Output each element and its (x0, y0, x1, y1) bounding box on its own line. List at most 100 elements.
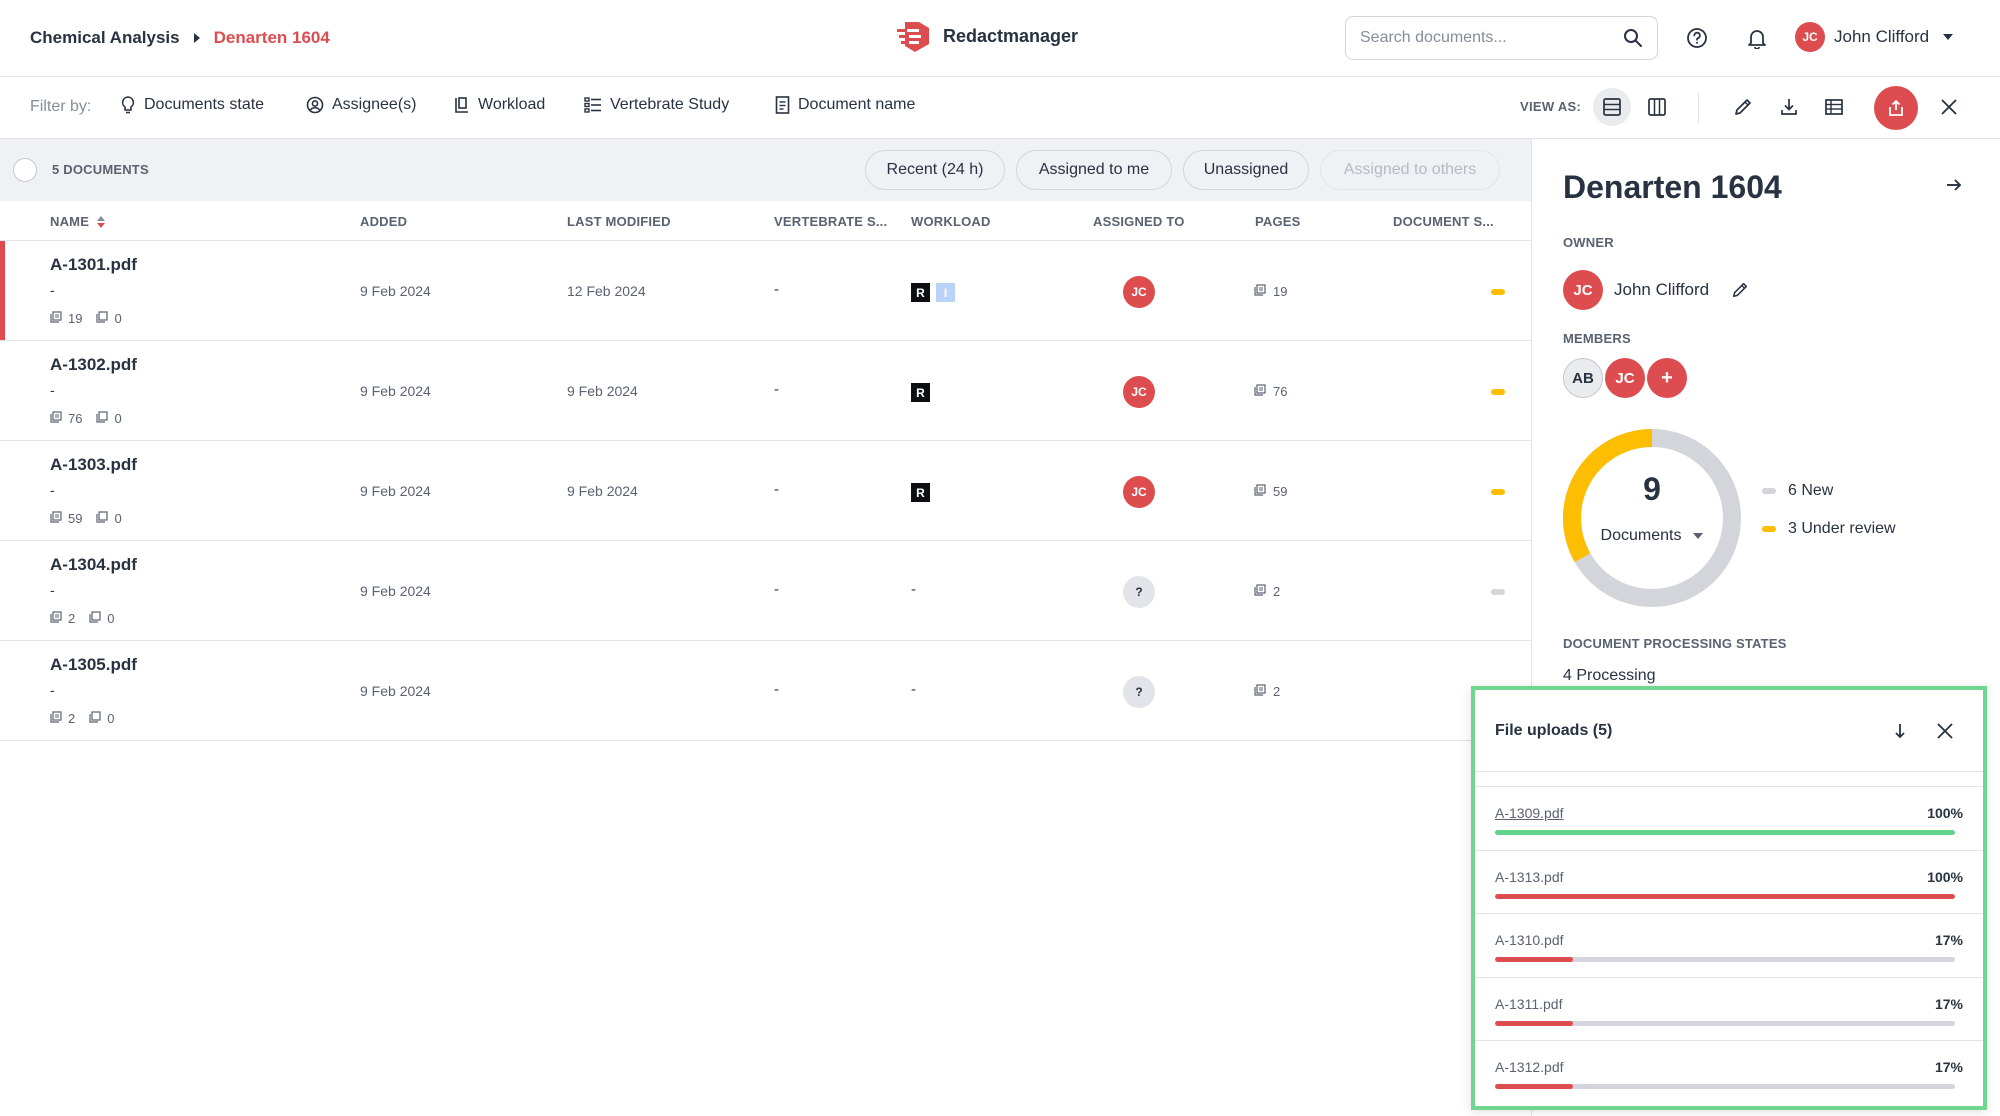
pages-meta-value: 76 (68, 411, 83, 426)
close-button[interactable] (1930, 88, 1968, 126)
donut-label-dropdown[interactable]: Documents (1563, 527, 1741, 545)
member-avatar[interactable]: AB (1563, 358, 1603, 398)
breadcrumb-separator-icon (193, 33, 200, 43)
list-view-icon (1603, 98, 1621, 116)
minimize-uploads-button[interactable] (1887, 718, 1913, 744)
arrow-down-icon (1895, 724, 1905, 739)
upload-item: A-1311.pdf 17% (1475, 976, 1983, 1041)
pencil-icon (1733, 282, 1748, 298)
help-icon[interactable] (1683, 24, 1711, 52)
filter-vertebrate-study[interactable]: Vertebrate Study (584, 96, 729, 114)
annotations-meta-value: 0 (114, 311, 122, 326)
document-name[interactable]: A-1305.pdf (50, 655, 137, 675)
file-uploads-title: File uploads (5) (1495, 722, 1613, 739)
assignee-avatar[interactable]: JC (1123, 476, 1155, 508)
document-name[interactable]: A-1304.pdf (50, 555, 137, 575)
workload-icon (455, 97, 468, 113)
chip-assigned-to-me[interactable]: Assigned to me (1016, 150, 1172, 190)
close-icon (1941, 99, 1957, 115)
annotations-meta-value: 0 (107, 711, 115, 726)
table-settings-button[interactable] (1815, 88, 1853, 126)
legend-under-review[interactable]: 3 Under review (1762, 520, 1896, 538)
add-member-button[interactable]: + (1647, 358, 1687, 398)
column-header-document-state[interactable]: DOCUMENT S... (1393, 214, 1494, 229)
donut-total: 9 (1643, 471, 1661, 507)
annotations-icon (96, 311, 114, 326)
table-row[interactable]: A-1302.pdf -76 0 9 Feb 2024 9 Feb 2024- R JC 76 (0, 341, 1531, 441)
annotations-meta-value: 0 (107, 611, 115, 626)
column-header-name-label: NAME (50, 214, 90, 229)
document-state-indicator (1491, 489, 1505, 495)
owner-name: John Clifford (1614, 280, 1710, 299)
document-name[interactable]: A-1301.pdf (50, 255, 137, 275)
assignee-avatar[interactable]: JC (1123, 376, 1155, 408)
edit-owner-button[interactable] (1731, 281, 1749, 299)
chevron-down-icon (1693, 533, 1704, 539)
download-button[interactable] (1770, 88, 1808, 126)
document-name[interactable]: A-1303.pdf (50, 455, 137, 475)
filter-workload[interactable]: Workload (454, 96, 545, 114)
table-row[interactable]: A-1303.pdf -59 0 9 Feb 2024 9 Feb 2024- R JC 59 (0, 441, 1531, 541)
user-menu[interactable]: JC John Clifford (1795, 22, 1954, 52)
document-state-indicator (1491, 389, 1505, 395)
filter-assignees[interactable]: Assignee(s) (306, 96, 416, 114)
breadcrumb-root[interactable]: Chemical Analysis (30, 28, 180, 48)
table-toolbar: 5 DOCUMENTS Recent (24 h) Assigned to me… (0, 139, 1531, 201)
edit-button[interactable] (1724, 88, 1762, 126)
upload-progress-fill (1495, 957, 1574, 962)
upload-button[interactable] (1874, 86, 1918, 130)
search-icon[interactable] (1623, 28, 1643, 48)
user-circle-icon (306, 96, 324, 114)
column-view-button[interactable] (1638, 88, 1676, 126)
bell-icon[interactable] (1743, 24, 1771, 52)
pages-meta: 19 (50, 311, 82, 326)
upload-progress-fill (1495, 830, 1955, 835)
file-uploads-panel: File uploads (5) A-1309.pdf 100% A-1313.pd… (1471, 686, 1987, 1110)
column-header-pages[interactable]: PAGES (1255, 214, 1301, 229)
assignee-avatar[interactable]: ? (1123, 576, 1155, 608)
filter-documents-state[interactable]: Documents state (120, 96, 264, 114)
search-box[interactable] (1345, 16, 1658, 60)
breadcrumb-current[interactable]: Denarten 1604 (214, 28, 330, 48)
table-row[interactable]: A-1305.pdf -2 0 9 Feb 2024- -? 2 (0, 641, 1531, 741)
legend-new[interactable]: 6 New (1762, 482, 1833, 500)
page-count: 76 (1254, 384, 1287, 399)
upload-progress-bar (1495, 893, 1955, 899)
close-uploads-button[interactable] (1931, 717, 1959, 745)
upload-progress-fill (1495, 1020, 1574, 1026)
search-input[interactable] (1360, 29, 1623, 47)
column-header-name[interactable]: NAME (50, 214, 106, 229)
document-subtitle: - (50, 282, 55, 298)
column-header-vertebrate-study[interactable]: VERTEBRATE S... (774, 214, 887, 229)
download-icon (1781, 99, 1797, 115)
document-state-indicator (1491, 289, 1505, 295)
logo-icon (897, 22, 929, 52)
table-row[interactable]: A-1301.pdf -19 0 9 Feb 2024 12 Feb 2024- R I JC… (0, 241, 1531, 341)
column-header-last-modified[interactable]: LAST MODIFIED (567, 214, 671, 229)
column-header-assigned-to[interactable]: ASSIGNED TO (1093, 214, 1185, 229)
list-view-button[interactable] (1593, 88, 1631, 126)
upload-progress-fill (1495, 1084, 1574, 1089)
column-view-icon (1648, 98, 1666, 116)
chip-recent[interactable]: Recent (24 h) (865, 150, 1005, 190)
pages-meta-value: 2 (68, 611, 76, 626)
column-header-added[interactable]: ADDED (360, 214, 407, 229)
select-all-checkbox[interactable] (13, 158, 37, 182)
page-count-value: 76 (1273, 384, 1288, 399)
document-name[interactable]: A-1302.pdf (50, 355, 137, 375)
chip-unassigned[interactable]: Unassigned (1183, 150, 1309, 190)
table-row[interactable]: A-1304.pdf -2 0 9 Feb 2024- -? 2 (0, 541, 1531, 641)
upload-file-name: A-1310.pdf (1495, 932, 1564, 948)
upload-file-name[interactable]: A-1309.pdf (1495, 805, 1564, 821)
vertebrate-study-value: - (774, 481, 779, 498)
annotations-icon (96, 411, 114, 426)
upload-item: A-1312.pdf 17% (1475, 1040, 1983, 1104)
collapse-panel-button[interactable] (1940, 171, 1968, 199)
column-header-workload[interactable]: WORKLOAD (911, 214, 991, 229)
filter-document-name[interactable]: Document name (775, 96, 915, 114)
member-avatar[interactable]: JC (1605, 358, 1645, 398)
arrow-right-icon (1947, 179, 1962, 191)
assignee-avatar[interactable]: ? (1123, 676, 1155, 708)
app-logo[interactable]: Redactmanager (897, 18, 1078, 54)
assignee-avatar[interactable]: JC (1123, 276, 1155, 308)
